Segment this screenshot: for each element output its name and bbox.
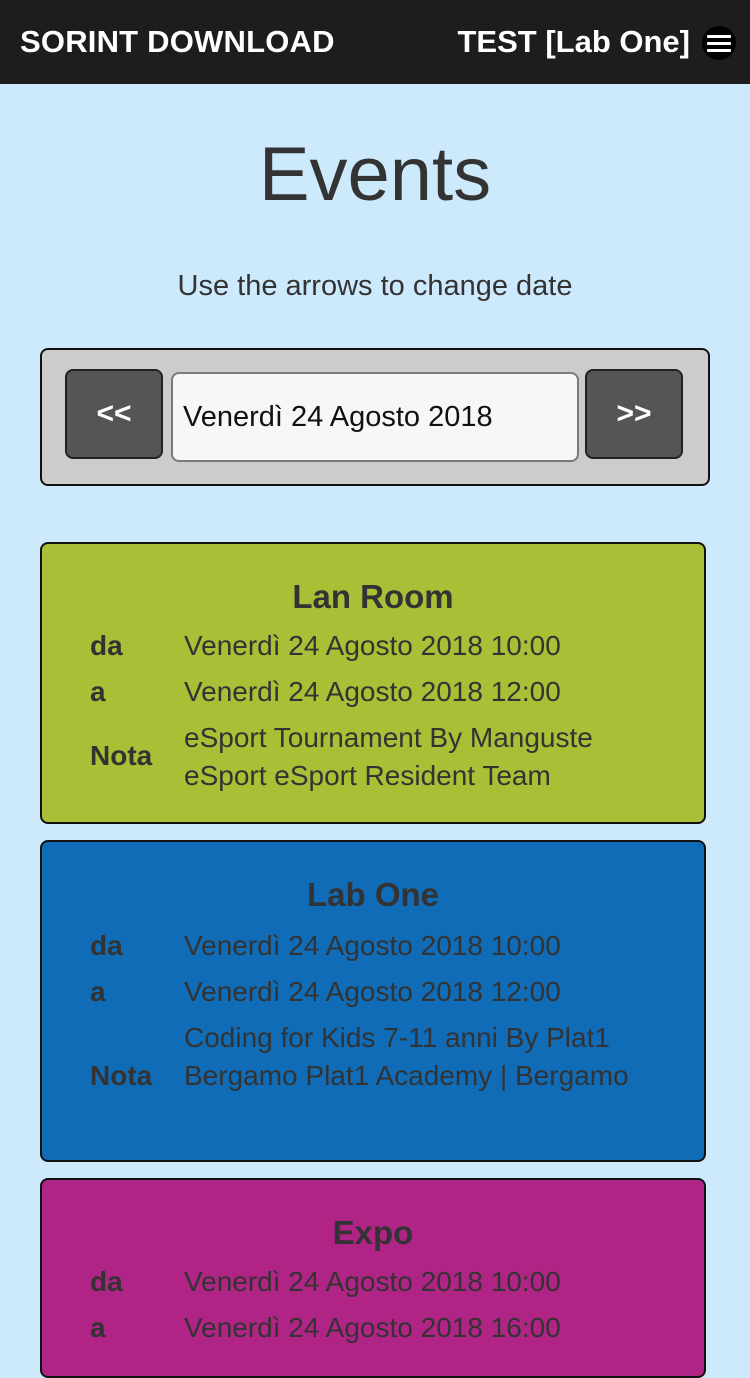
from-label: da <box>90 630 123 661</box>
to-label: a <box>90 976 106 1007</box>
current-user-label: TEST [Lab One] <box>457 24 691 59</box>
top-bar: SORINT DOWNLOAD TEST [Lab One] <box>0 0 750 84</box>
brand-title[interactable]: SORINT DOWNLOAD <box>20 24 335 60</box>
event-card-lan-room: Lan Room da Venerdì 24 Agosto 2018 10:00… <box>40 542 706 824</box>
event-note: eSport Tournament By Manguste eSport eSp… <box>184 722 593 791</box>
event-end: Venerdì 24 Agosto 2018 12:00 <box>184 976 561 1007</box>
to-label: a <box>90 1312 106 1343</box>
event-name: Lan Room <box>292 578 454 615</box>
event-card-expo: Expo da Venerdì 24 Agosto 2018 10:00 a V… <box>40 1178 706 1378</box>
date-field[interactable] <box>171 372 579 462</box>
event-card-lab-one: Lab One da Venerdì 24 Agosto 2018 10:00 … <box>40 840 706 1162</box>
previous-date-button[interactable]: << <box>65 369 163 459</box>
event-end: Venerdì 24 Agosto 2018 16:00 <box>184 1312 561 1343</box>
note-label: Nota <box>90 740 153 771</box>
event-name: Lab One <box>306 876 440 913</box>
menu-bar-line <box>707 35 731 38</box>
event-note: Coding for Kids 7-11 anni By Plat1 Berga… <box>184 1022 629 1091</box>
event-end: Venerdì 24 Agosto 2018 12:00 <box>184 676 561 707</box>
page-subtitle: Use the arrows to change date <box>177 270 573 302</box>
from-label: da <box>90 1266 123 1297</box>
menu-bar-line <box>707 42 731 45</box>
menu-bar-line <box>707 49 731 52</box>
page-title: Events <box>258 132 492 217</box>
event-name: Expo <box>332 1214 414 1251</box>
next-date-button[interactable]: >> <box>585 369 683 459</box>
event-start: Venerdì 24 Agosto 2018 10:00 <box>184 630 561 661</box>
event-start: Venerdì 24 Agosto 2018 10:00 <box>184 1266 561 1297</box>
date-navigator: << >> <box>40 348 710 486</box>
hamburger-menu-icon[interactable] <box>702 26 736 60</box>
from-label: da <box>90 930 123 961</box>
to-label: a <box>90 676 106 707</box>
note-label: Nota <box>90 1060 153 1091</box>
event-start: Venerdì 24 Agosto 2018 10:00 <box>184 930 561 961</box>
